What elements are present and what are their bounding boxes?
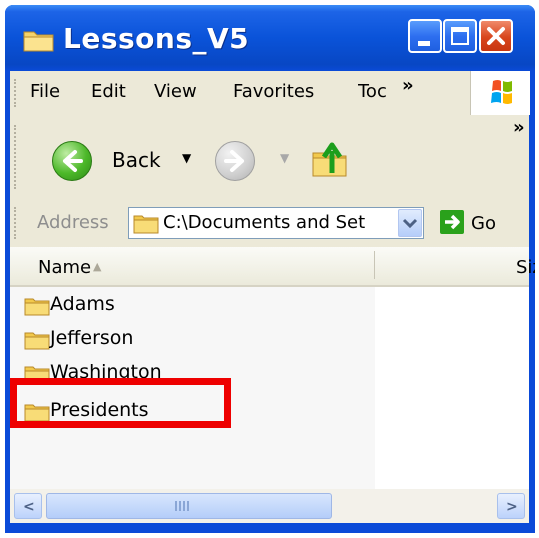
- close-icon: [487, 27, 505, 45]
- go-label[interactable]: Go: [471, 213, 496, 234]
- folder-icon: [133, 215, 159, 234]
- file-name: Jefferson: [50, 327, 134, 349]
- close-button[interactable]: [479, 19, 513, 53]
- sort-ascending-icon: ▲: [93, 260, 102, 273]
- forward-dropdown-icon: ▼: [280, 151, 290, 165]
- window-title: Lessons_V5: [63, 22, 250, 55]
- address-input[interactable]: C:\Documents and Set: [128, 207, 424, 239]
- back-label[interactable]: Back: [112, 148, 161, 172]
- horizontal-scrollbar[interactable]: < >: [10, 489, 529, 523]
- address-label: Address: [37, 212, 109, 233]
- back-button[interactable]: [52, 141, 92, 181]
- folder-up-icon[interactable]: [310, 139, 350, 179]
- chevron-right-icon: >: [506, 499, 518, 515]
- highlight-box: [10, 378, 231, 428]
- column-header: Name ▲ Siz: [10, 247, 535, 287]
- menu-favorites[interactable]: Favorites: [233, 81, 314, 102]
- menu-overflow-chevron-icon[interactable]: »: [402, 75, 414, 96]
- address-dropdown-button[interactable]: [398, 209, 422, 237]
- address-bar: Address C:\Documents and Set Go: [10, 199, 529, 248]
- go-button[interactable]: [440, 210, 464, 234]
- file-list: Name ▲ Siz Adams Jefferson Wash: [10, 247, 535, 489]
- menu-tools[interactable]: Toc: [358, 81, 394, 102]
- menu-edit[interactable]: Edit: [91, 81, 126, 102]
- maximize-button[interactable]: [443, 19, 477, 53]
- windows-logo: [470, 71, 530, 115]
- scroll-right-button[interactable]: >: [497, 493, 525, 519]
- windows-flag-icon: [491, 80, 512, 104]
- chevron-down-icon: [402, 218, 418, 229]
- toolbar-overflow-chevron-icon[interactable]: »: [513, 117, 525, 138]
- folder-icon: [24, 332, 50, 350]
- column-name-header[interactable]: Name: [38, 257, 91, 278]
- folder-icon: [23, 31, 54, 52]
- menu-file[interactable]: File: [30, 81, 60, 102]
- forward-arrow-icon: [224, 150, 244, 172]
- file-name: Adams: [50, 293, 115, 315]
- address-path: C:\Documents and Set: [163, 212, 366, 233]
- forward-button[interactable]: [215, 141, 255, 181]
- column-divider[interactable]: [374, 251, 375, 279]
- folder-icon: [24, 298, 50, 316]
- scroll-thumb[interactable]: [46, 493, 332, 519]
- go-arrow-icon: [445, 214, 460, 230]
- toolbar-grip[interactable]: [14, 125, 19, 189]
- back-arrow-icon: [63, 150, 83, 172]
- standard-toolbar: Back ▼ ▼ »: [10, 115, 529, 200]
- menu-bar: File Edit View Favorites Toc »: [10, 71, 530, 116]
- column-size-header[interactable]: Siz: [516, 257, 535, 278]
- menu-view[interactable]: View: [154, 81, 197, 102]
- title-bar[interactable]: Lessons_V5: [5, 5, 535, 71]
- menu-grip[interactable]: [14, 79, 19, 107]
- back-dropdown-icon[interactable]: ▼: [182, 151, 191, 165]
- explorer-window: Lessons_V5 File Edit View Favorites Toc …: [5, 5, 535, 533]
- chevron-left-icon: <: [23, 499, 35, 515]
- minimize-button[interactable]: [408, 19, 442, 53]
- address-grip[interactable]: [14, 207, 19, 239]
- scroll-thumb-grip: [175, 501, 191, 511]
- scroll-left-button[interactable]: <: [14, 493, 42, 519]
